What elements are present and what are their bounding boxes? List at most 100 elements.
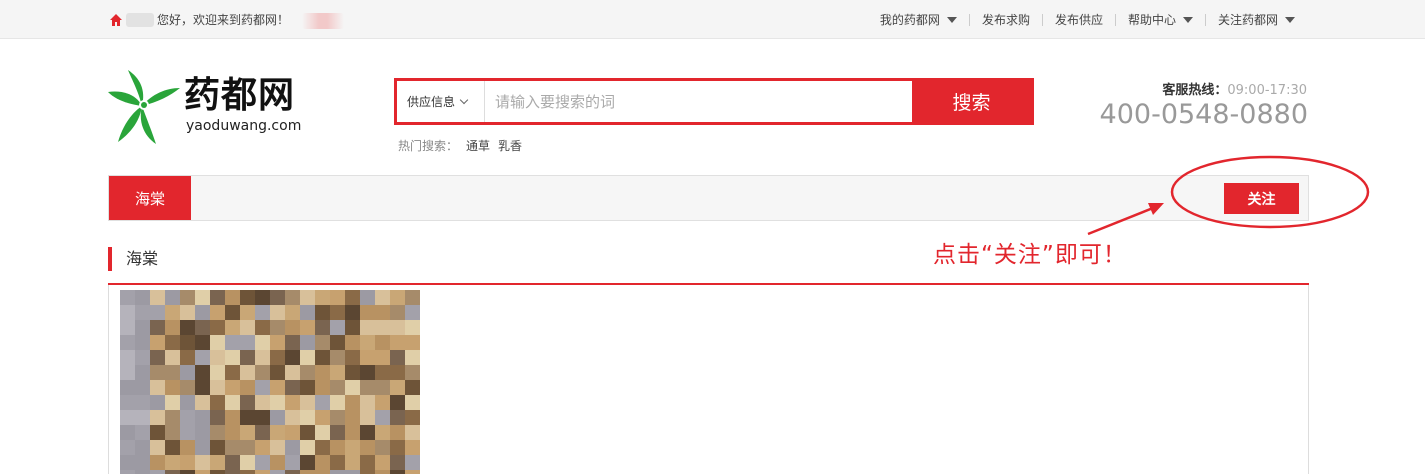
- mosaic-cell: [390, 410, 405, 425]
- mosaic-cell: [255, 320, 270, 335]
- search-button[interactable]: 搜索: [912, 81, 1031, 122]
- mosaic-cell: [345, 440, 360, 455]
- mosaic-cell: [315, 365, 330, 380]
- mosaic-cell: [240, 380, 255, 395]
- mosaic-cell: [405, 380, 420, 395]
- mosaic-cell: [180, 335, 195, 350]
- mosaic-cell: [330, 425, 345, 440]
- mosaic-cell: [120, 425, 135, 440]
- mosaic-cell: [255, 470, 270, 474]
- mosaic-cell: [330, 335, 345, 350]
- mosaic-cell: [255, 410, 270, 425]
- hot-search-keyword[interactable]: 乳香: [498, 138, 522, 154]
- mosaic-cell: [300, 320, 315, 335]
- mosaic-cell: [330, 455, 345, 470]
- mosaic-cell: [315, 425, 330, 440]
- mosaic-cell: [195, 365, 210, 380]
- mosaic-cell: [240, 305, 255, 320]
- mosaic-cell: [180, 425, 195, 440]
- home-icon[interactable]: [109, 13, 123, 27]
- mosaic-cell: [225, 320, 240, 335]
- mosaic-cell: [405, 455, 420, 470]
- mosaic-cell: [210, 395, 225, 410]
- mosaic-cell: [285, 410, 300, 425]
- mosaic-cell: [195, 380, 210, 395]
- mosaic-cell: [345, 455, 360, 470]
- login-link-blurred[interactable]: [302, 13, 344, 29]
- mosaic-cell: [300, 455, 315, 470]
- annotation-text: 点击“关注”即可！: [933, 242, 1127, 268]
- mosaic-cell: [255, 425, 270, 440]
- mosaic-cell: [120, 395, 135, 410]
- caret-down-icon: [1285, 17, 1295, 23]
- mosaic-cell: [330, 320, 345, 335]
- mosaic-cell: [180, 395, 195, 410]
- product-photo-pixelated[interactable]: [120, 290, 420, 474]
- mosaic-cell: [195, 395, 210, 410]
- mosaic-cell: [390, 335, 405, 350]
- mosaic-cell: [120, 335, 135, 350]
- top-nav-follow-site[interactable]: 关注药都网: [1206, 12, 1307, 28]
- mosaic-cell: [375, 470, 390, 474]
- mosaic-cell: [120, 320, 135, 335]
- mosaic-cell: [375, 380, 390, 395]
- mosaic-cell: [180, 290, 195, 305]
- mosaic-cell: [405, 350, 420, 365]
- mosaic-cell: [210, 440, 225, 455]
- mosaic-cell: [405, 305, 420, 320]
- mosaic-cell: [360, 395, 375, 410]
- mosaic-cell: [270, 395, 285, 410]
- mosaic-cell: [360, 320, 375, 335]
- mosaic-cell: [315, 305, 330, 320]
- mosaic-cell: [195, 410, 210, 425]
- mosaic-cell: [285, 350, 300, 365]
- mosaic-cell: [135, 470, 150, 474]
- mosaic-cell: [300, 470, 315, 474]
- mosaic-cell: [255, 305, 270, 320]
- mosaic-cell: [135, 425, 150, 440]
- top-nav-help-center[interactable]: 帮助中心: [1116, 12, 1205, 28]
- mosaic-cell: [195, 290, 210, 305]
- top-nav-post-purchase[interactable]: 发布求购: [970, 12, 1042, 28]
- mosaic-cell: [135, 320, 150, 335]
- mosaic-cell: [345, 395, 360, 410]
- mosaic-cell: [405, 320, 420, 335]
- top-nav-post-supply[interactable]: 发布供应: [1043, 12, 1115, 28]
- mosaic-cell: [210, 335, 225, 350]
- mosaic-cell: [270, 455, 285, 470]
- mosaic-cell: [375, 365, 390, 380]
- mosaic-cell: [165, 350, 180, 365]
- mosaic-cell: [240, 440, 255, 455]
- mosaic-cell: [210, 365, 225, 380]
- mosaic-cell: [195, 470, 210, 474]
- mosaic-cell: [165, 425, 180, 440]
- shop-name-tab[interactable]: 海棠: [109, 176, 191, 220]
- mosaic-cell: [405, 470, 420, 474]
- mosaic-cell: [330, 440, 345, 455]
- search-input[interactable]: [485, 81, 912, 122]
- mosaic-cell: [360, 470, 375, 474]
- leaf-logo-icon: [108, 70, 180, 144]
- mosaic-cell: [255, 365, 270, 380]
- mosaic-cell: [180, 455, 195, 470]
- mosaic-cell: [315, 455, 330, 470]
- mosaic-cell: [300, 380, 315, 395]
- site-logo[interactable]: 药都网 yaoduwang.com: [108, 68, 308, 144]
- mosaic-cell: [180, 350, 195, 365]
- mosaic-cell: [360, 425, 375, 440]
- mosaic-cell: [180, 365, 195, 380]
- mosaic-cell: [255, 455, 270, 470]
- mosaic-cell: [240, 320, 255, 335]
- mosaic-cell: [225, 425, 240, 440]
- mosaic-cell: [165, 365, 180, 380]
- mosaic-cell: [135, 455, 150, 470]
- hot-search-keyword[interactable]: 通草: [466, 138, 490, 154]
- mosaic-cell: [210, 380, 225, 395]
- search-type-select[interactable]: 供应信息: [397, 81, 485, 122]
- mosaic-cell: [270, 335, 285, 350]
- top-nav-my-account[interactable]: 我的药都网: [868, 12, 969, 28]
- mosaic-cell: [330, 470, 345, 474]
- mosaic-cell: [315, 350, 330, 365]
- mosaic-cell: [315, 320, 330, 335]
- mosaic-cell: [225, 440, 240, 455]
